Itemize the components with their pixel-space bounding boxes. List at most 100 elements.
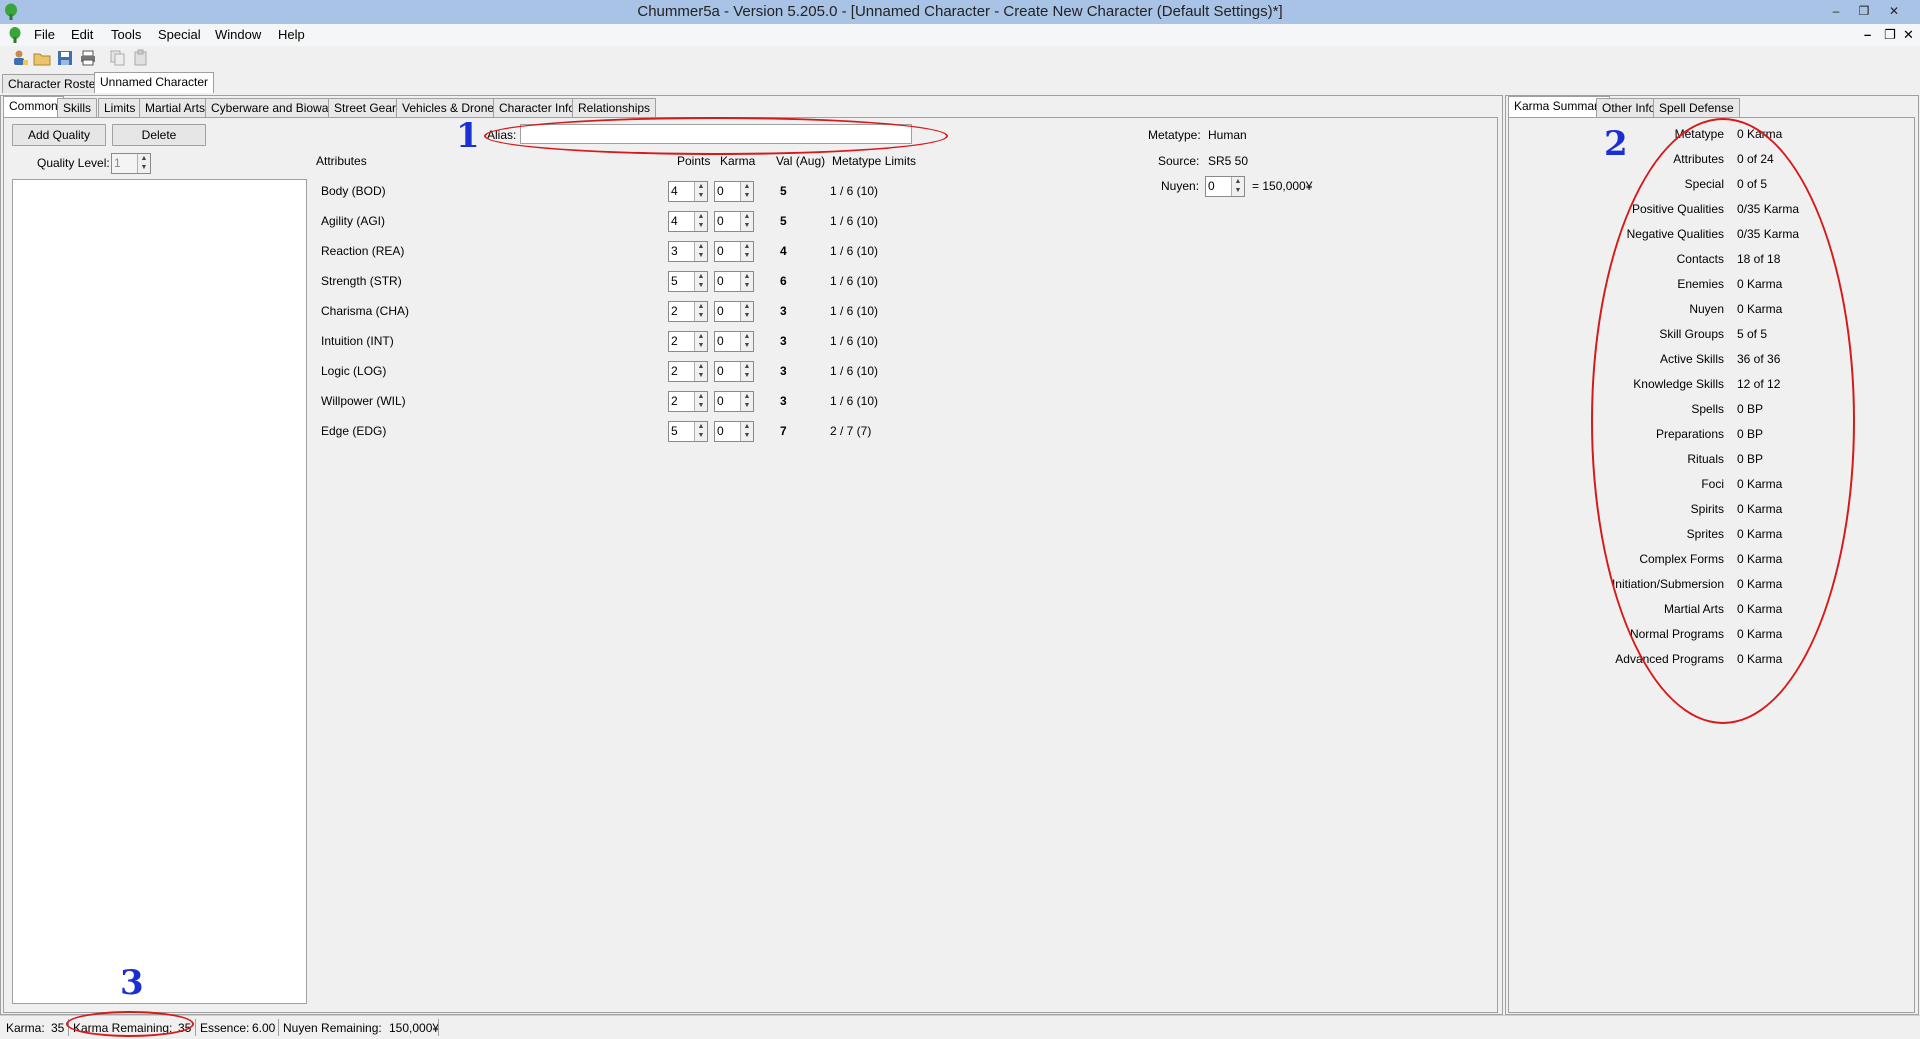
down-arrow-icon[interactable]: ▼: [741, 431, 753, 440]
up-arrow-icon[interactable]: ▲: [695, 212, 707, 221]
copy-icon[interactable]: [109, 49, 127, 67]
tab-vehicles-drones[interactable]: Vehicles & Drones: [396, 98, 507, 117]
attribute-karma-stepper[interactable]: 0 ▲ ▼: [714, 271, 754, 292]
points-arrows[interactable]: ▲ ▼: [694, 182, 707, 201]
attribute-points-stepper[interactable]: 3 ▲ ▼: [668, 241, 708, 262]
points-arrows[interactable]: ▲ ▼: [694, 422, 707, 441]
up-arrow-icon[interactable]: ▲: [695, 362, 707, 371]
up-arrow-icon[interactable]: ▲: [741, 302, 753, 311]
points-arrows[interactable]: ▲ ▼: [694, 332, 707, 351]
karma-arrows[interactable]: ▲ ▼: [740, 242, 753, 261]
close-icon[interactable]: ✕: [1882, 2, 1906, 20]
delete-quality-button[interactable]: Delete: [112, 124, 206, 146]
attribute-karma-stepper[interactable]: 0 ▲ ▼: [714, 331, 754, 352]
down-arrow-icon[interactable]: ▼: [695, 251, 707, 260]
down-arrow-icon[interactable]: ▼: [741, 251, 753, 260]
tab-karma-summary[interactable]: Karma Summary: [1508, 96, 1611, 117]
down-arrow-icon[interactable]: ▼: [695, 221, 707, 230]
attribute-points-stepper[interactable]: 4 ▲ ▼: [668, 181, 708, 202]
down-arrow-icon[interactable]: ▼: [695, 371, 707, 380]
attribute-karma-stepper[interactable]: 0 ▲ ▼: [714, 301, 754, 322]
save-icon[interactable]: [56, 49, 74, 67]
attribute-karma-stepper[interactable]: 0 ▲ ▼: [714, 181, 754, 202]
nuyen-stepper[interactable]: 0 ▲ ▼: [1205, 176, 1245, 197]
down-arrow-icon[interactable]: ▼: [741, 221, 753, 230]
paste-icon[interactable]: [132, 49, 150, 67]
doc-tab-unnamed-character[interactable]: Unnamed Character: [94, 72, 215, 93]
tab-spell-defense[interactable]: Spell Defense: [1653, 98, 1740, 117]
down-arrow-icon[interactable]: ▼: [741, 371, 753, 380]
attribute-points-stepper[interactable]: 2 ▲ ▼: [668, 301, 708, 322]
menu-help[interactable]: Help: [278, 27, 305, 42]
down-arrow-icon[interactable]: ▼: [741, 191, 753, 200]
karma-arrows[interactable]: ▲ ▼: [740, 272, 753, 291]
down-arrow-icon[interactable]: ▼: [741, 341, 753, 350]
menu-window[interactable]: Window: [215, 27, 261, 42]
tab-martial-arts[interactable]: Martial Arts: [139, 98, 212, 117]
attribute-karma-stepper[interactable]: 0 ▲ ▼: [714, 421, 754, 442]
tab-relationships[interactable]: Relationships: [572, 98, 657, 117]
attribute-points-stepper[interactable]: 2 ▲ ▼: [668, 331, 708, 352]
tab-character-info[interactable]: Character Info: [493, 98, 582, 117]
attribute-karma-stepper[interactable]: 0 ▲ ▼: [714, 391, 754, 412]
source-value[interactable]: SR5 50: [1208, 154, 1248, 168]
quality-level-arrows[interactable]: ▲ ▼: [137, 154, 150, 173]
tab-limits[interactable]: Limits: [98, 98, 142, 117]
menu-tools[interactable]: Tools: [111, 27, 141, 42]
attribute-karma-stepper[interactable]: 0 ▲ ▼: [714, 211, 754, 232]
down-arrow-icon[interactable]: ▼: [695, 311, 707, 320]
mdi-child-icon[interactable]: [8, 27, 22, 43]
nuyen-arrows[interactable]: ▲ ▼: [1231, 177, 1244, 196]
points-arrows[interactable]: ▲ ▼: [694, 302, 707, 321]
down-arrow-icon[interactable]: ▼: [741, 281, 753, 290]
up-arrow-icon[interactable]: ▲: [741, 362, 753, 371]
down-arrow-icon[interactable]: ▼: [741, 401, 753, 410]
up-arrow-icon[interactable]: ▲: [1232, 177, 1244, 186]
karma-arrows[interactable]: ▲ ▼: [740, 392, 753, 411]
menu-special[interactable]: Special: [158, 27, 201, 42]
menu-edit[interactable]: Edit: [71, 27, 93, 42]
karma-arrows[interactable]: ▲ ▼: [740, 332, 753, 351]
karma-arrows[interactable]: ▲ ▼: [740, 302, 753, 321]
up-arrow-icon[interactable]: ▲: [695, 422, 707, 431]
up-arrow-icon[interactable]: ▲: [741, 422, 753, 431]
up-arrow-icon[interactable]: ▲: [695, 182, 707, 191]
mdi-minimize-icon[interactable]: –: [1864, 27, 1871, 42]
up-arrow-icon[interactable]: ▲: [741, 272, 753, 281]
tab-street-gear[interactable]: Street Gear: [328, 98, 403, 117]
print-icon[interactable]: [79, 49, 97, 67]
minimize-icon[interactable]: –: [1824, 2, 1848, 20]
down-arrow-icon[interactable]: ▼: [695, 431, 707, 440]
points-arrows[interactable]: ▲ ▼: [694, 392, 707, 411]
up-arrow-icon[interactable]: ▲: [741, 392, 753, 401]
up-arrow-icon[interactable]: ▲: [695, 302, 707, 311]
points-arrows[interactable]: ▲ ▼: [694, 362, 707, 381]
karma-arrows[interactable]: ▲ ▼: [740, 362, 753, 381]
karma-arrows[interactable]: ▲ ▼: [740, 182, 753, 201]
down-arrow-icon[interactable]: ▼: [695, 341, 707, 350]
up-arrow-icon[interactable]: ▲: [741, 332, 753, 341]
down-arrow-icon[interactable]: ▼: [695, 191, 707, 200]
attribute-points-stepper[interactable]: 4 ▲ ▼: [668, 211, 708, 232]
karma-arrows[interactable]: ▲ ▼: [740, 212, 753, 231]
quality-list[interactable]: [12, 179, 307, 1004]
up-arrow-icon[interactable]: ▲: [695, 242, 707, 251]
add-quality-button[interactable]: Add Quality: [12, 124, 106, 146]
attribute-points-stepper[interactable]: 2 ▲ ▼: [668, 361, 708, 382]
up-arrow-icon[interactable]: ▲: [741, 182, 753, 191]
up-arrow-icon[interactable]: ▲: [695, 272, 707, 281]
points-arrows[interactable]: ▲ ▼: [694, 212, 707, 231]
down-arrow-icon[interactable]: ▼: [741, 311, 753, 320]
down-arrow-icon[interactable]: ▼: [1232, 186, 1244, 195]
attribute-karma-stepper[interactable]: 0 ▲ ▼: [714, 361, 754, 382]
up-arrow-icon[interactable]: ▲: [741, 212, 753, 221]
open-folder-icon[interactable]: [33, 49, 51, 67]
up-arrow-icon[interactable]: ▲: [695, 332, 707, 341]
quality-level-stepper[interactable]: 1 ▲ ▼: [111, 153, 151, 174]
points-arrows[interactable]: ▲ ▼: [694, 272, 707, 291]
restore-icon[interactable]: ❐: [1852, 2, 1876, 20]
attribute-points-stepper[interactable]: 2 ▲ ▼: [668, 391, 708, 412]
up-arrow-icon[interactable]: ▲: [741, 242, 753, 251]
tab-skills[interactable]: Skills: [57, 98, 98, 117]
tab-common[interactable]: Common: [3, 96, 64, 117]
